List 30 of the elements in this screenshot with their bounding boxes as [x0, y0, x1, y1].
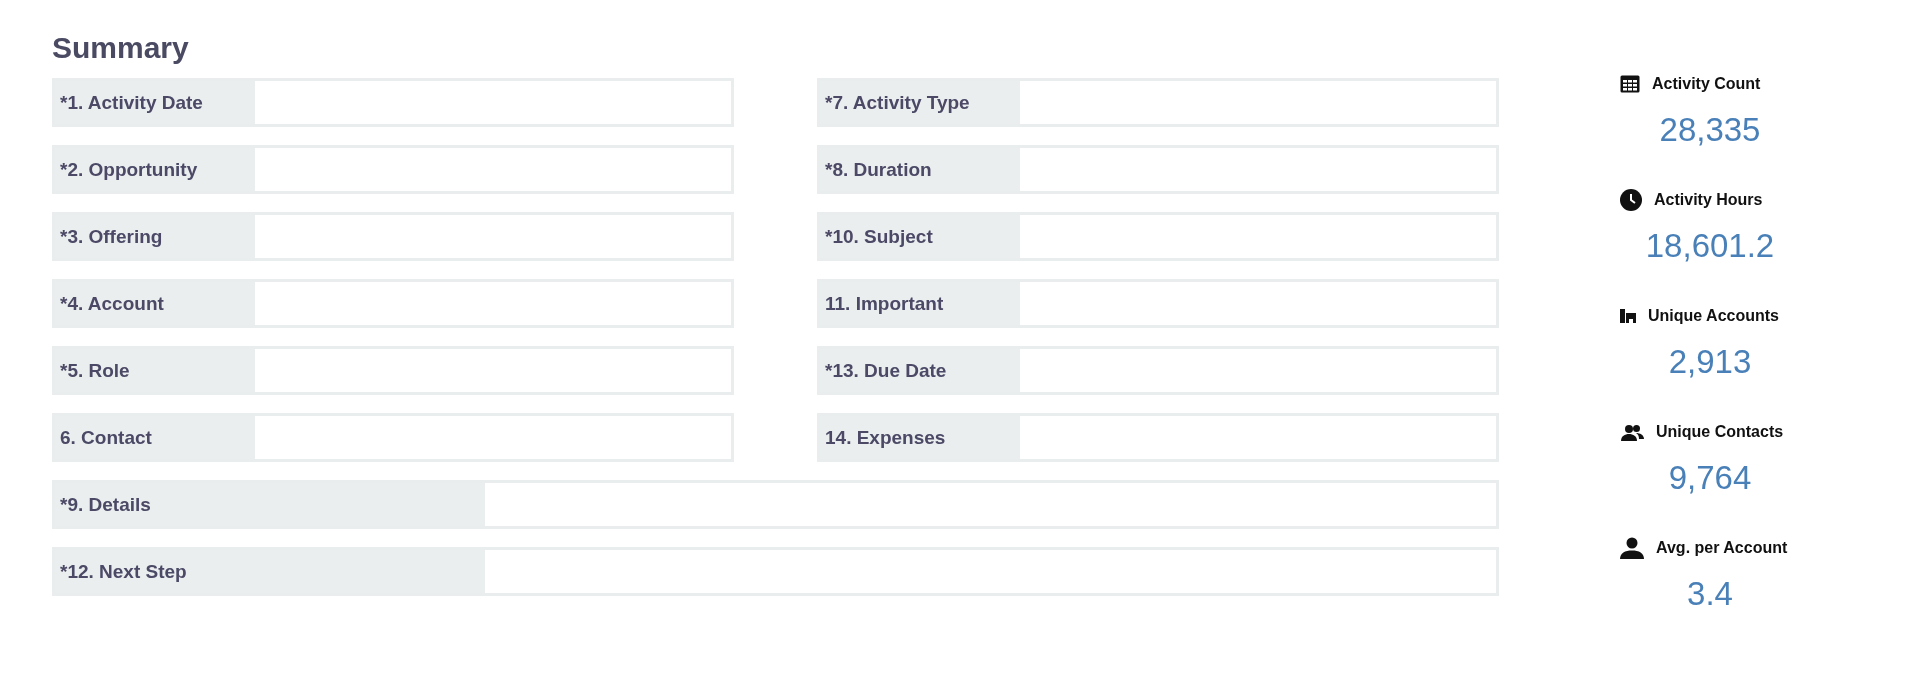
field-label: *10. Subject	[820, 215, 1020, 258]
field-label: *8. Duration	[820, 148, 1020, 191]
field-label: 6. Contact	[55, 416, 255, 459]
field-label: *3. Offering	[55, 215, 255, 258]
users-icon	[1620, 423, 1644, 441]
field-label: *1. Activity Date	[55, 81, 255, 124]
field-label: *4. Account	[55, 282, 255, 325]
stat-value: 2,913	[1667, 342, 1753, 382]
field-label: *12. Next Step	[55, 550, 485, 593]
table-icon	[1620, 75, 1640, 93]
stat-value: 3.4	[1686, 574, 1734, 614]
building-icon	[1620, 309, 1636, 323]
field-label: 14. Expenses	[820, 416, 1020, 459]
stat-value: 9,764	[1667, 458, 1753, 498]
stat-value: 28,335	[1658, 110, 1762, 150]
section-title: Summary	[52, 30, 190, 66]
field-label: *7. Activity Type	[820, 81, 1020, 124]
stat-label: Avg. per Account	[1656, 539, 1788, 557]
stat-label: Activity Count	[1652, 75, 1761, 93]
stat-value: 18,601.2	[1644, 226, 1776, 266]
field-label: *2. Opportunity	[55, 148, 255, 191]
field-label: *9. Details	[55, 483, 485, 526]
clock-icon	[1620, 189, 1642, 211]
stat-label: Unique Accounts	[1648, 307, 1779, 325]
field-label: *5. Role	[55, 349, 255, 392]
stat-label: Unique Contacts	[1656, 423, 1784, 441]
field-label: 11. Important	[820, 282, 1020, 325]
stat-label: Activity Hours	[1654, 191, 1763, 209]
field-label: *13. Due Date	[820, 349, 1020, 392]
user-icon	[1620, 537, 1644, 559]
